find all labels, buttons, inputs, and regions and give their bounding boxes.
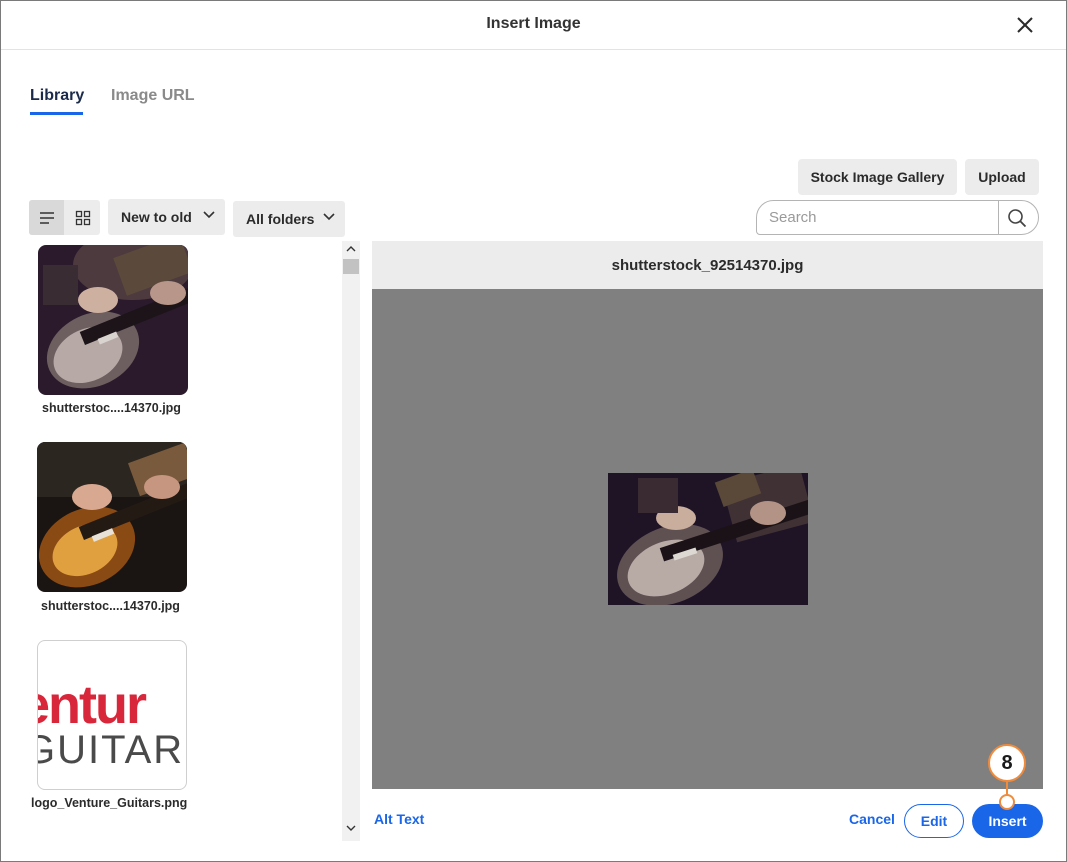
grid-view-button[interactable]	[65, 200, 100, 235]
scroll-thumb[interactable]	[343, 259, 359, 274]
scroll-up-icon[interactable]	[346, 245, 356, 252]
folder-dropdown[interactable]: All folders	[233, 201, 345, 237]
edit-button[interactable]: Edit	[904, 804, 964, 838]
callout-dot	[999, 794, 1015, 810]
dialog-title: Insert Image	[486, 15, 581, 32]
close-icon[interactable]	[1011, 11, 1039, 39]
list-view-icon	[39, 211, 54, 224]
alt-text-link[interactable]: Alt Text	[374, 811, 424, 827]
scrollbar[interactable]	[342, 241, 360, 841]
view-toggle	[29, 200, 100, 235]
active-tab-indicator	[30, 112, 83, 115]
chevron-down-icon	[323, 213, 335, 221]
guitar-dark-thumbnail	[38, 245, 188, 395]
grid-view-icon	[75, 210, 90, 225]
search-box	[756, 200, 1039, 235]
search-input[interactable]	[757, 201, 999, 234]
file-name: logo_Venture_Guitars.png	[31, 796, 188, 810]
dialog-header: Insert Image	[1, 1, 1066, 50]
logo-line-1: entur	[38, 675, 147, 735]
upload-button[interactable]: Upload	[965, 159, 1039, 195]
sort-dropdown-value: New to old	[121, 209, 192, 225]
folder-dropdown-value: All folders	[246, 211, 315, 227]
file-list: shutterstoc....14370.jpg shutterstoc....…	[29, 241, 342, 841]
file-name: shutterstoc....14370.jpg	[42, 401, 181, 415]
list-item[interactable]: shutterstoc....14370.jpg	[29, 438, 199, 618]
cancel-button[interactable]: Cancel	[849, 811, 895, 827]
preview-filename: shutterstock_92514370.jpg	[372, 241, 1043, 289]
tab-library[interactable]: Library	[30, 87, 84, 105]
list-item[interactable]: shutterstoc....14370.jpg	[29, 241, 199, 421]
insert-image-dialog: Insert Image Library Image URL Stock Ima…	[0, 0, 1067, 862]
step-callout-badge: 8	[988, 744, 1026, 782]
scroll-down-icon[interactable]	[346, 825, 356, 832]
image-preview-panel: shutterstock_92514370.jpg	[372, 241, 1043, 789]
logo-line-2: GUITAR	[38, 728, 184, 772]
guitar-sunburst-thumbnail	[37, 442, 187, 592]
sort-dropdown[interactable]: New to old	[108, 199, 225, 235]
file-name: shutterstoc....14370.jpg	[41, 599, 180, 613]
tab-image-url[interactable]: Image URL	[111, 87, 195, 105]
list-view-button[interactable]	[29, 200, 64, 235]
preview-image	[608, 473, 808, 605]
stock-image-gallery-button[interactable]: Stock Image Gallery	[798, 159, 957, 195]
venture-guitars-logo-thumbnail: entur GUITAR	[37, 640, 187, 790]
list-item[interactable]: entur GUITAR logo_Venture_Guitars.png	[29, 636, 199, 816]
search-icon[interactable]	[1006, 207, 1028, 229]
chevron-down-icon	[203, 211, 215, 219]
